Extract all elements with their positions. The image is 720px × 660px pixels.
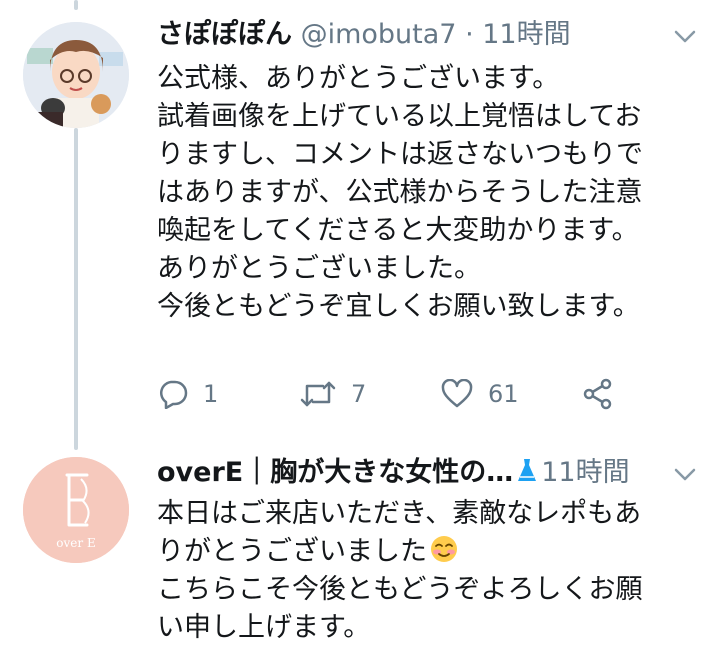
- avatar[interactable]: [23, 22, 129, 128]
- tweet-text-line: はありますが、公式様からそうした注意: [157, 177, 643, 208]
- avatar-illustration: [23, 22, 129, 128]
- share-button[interactable]: [582, 372, 614, 416]
- timestamp-2[interactable]: 11時間: [541, 457, 629, 488]
- tweet-actions: 1 7 61: [157, 372, 627, 416]
- tweet-text-line: 本日はご来店いただき、素敵なレポもあ: [157, 498, 642, 529]
- retweet-count: 7: [351, 380, 367, 408]
- user-handle[interactable]: @imobuta7: [301, 19, 457, 50]
- tweet-text-line: い申し上げます。: [157, 612, 371, 643]
- time-separator: ·: [456, 19, 483, 50]
- display-name-2[interactable]: overE｜胸が大きな女性の…: [157, 457, 513, 488]
- tweet-text-line: りますし、コメントは返さないつもりで: [157, 139, 643, 170]
- avatar-overE[interactable]: over E: [23, 457, 129, 563]
- like-count: 61: [488, 380, 519, 408]
- display-name[interactable]: さぽぽぽん: [157, 19, 292, 50]
- overE-logo: over E: [23, 457, 129, 563]
- tweet-text-2: 本日はご来店いただき、素敵なレポもあ りがとうございました こちらこそ今後ともど…: [157, 495, 642, 647]
- tweet-text-line: りがとうございました: [157, 533, 642, 571]
- reply-button[interactable]: 1: [157, 372, 218, 416]
- like-button[interactable]: 61: [440, 372, 519, 416]
- reply-icon: [159, 380, 188, 409]
- tweet-text: 公式様、ありがとうございます。 試着画像を上げている以上覚悟はしてお りますし、…: [157, 60, 643, 326]
- thread-line-top: [74, 0, 78, 10]
- tweet-text-line: 喚起をしてくださると大変助かります。: [157, 215, 639, 246]
- reply-count: 1: [203, 380, 219, 408]
- thread-line: [74, 128, 78, 450]
- tweet-text-line: 試着画像を上げている以上覚悟はしてお: [157, 101, 642, 132]
- tweet-text-line: ありがとうございました。: [157, 253, 481, 284]
- tweet-header-2: overE｜胸が大きな女性の… 11時間: [157, 456, 630, 490]
- timestamp[interactable]: 11時間: [482, 19, 570, 50]
- retweet-icon: [300, 381, 336, 407]
- chevron-down-icon[interactable]: [674, 30, 696, 44]
- tweet-text-line: 公式様、ありがとうございます。: [157, 63, 560, 94]
- tweet-text-line: こちらこそ今後ともどうぞよろしくお願: [157, 574, 643, 605]
- retweet-button[interactable]: 7: [299, 372, 366, 416]
- chevron-down-icon[interactable]: [674, 468, 696, 482]
- like-icon: [441, 379, 473, 408]
- avatar-text: over E: [56, 536, 95, 550]
- tweet-header: さぽぽぽん @imobuta7 · 11時間: [157, 18, 571, 52]
- dress-emoji-icon: [518, 459, 537, 481]
- tweet-text-segment: りがとうございました: [157, 536, 427, 567]
- share-icon: [583, 378, 612, 410]
- tweet-text-line: 今後ともどうぞ宜しくお願い致します。: [157, 291, 640, 322]
- smiling-face-emoji-icon: [431, 536, 457, 562]
